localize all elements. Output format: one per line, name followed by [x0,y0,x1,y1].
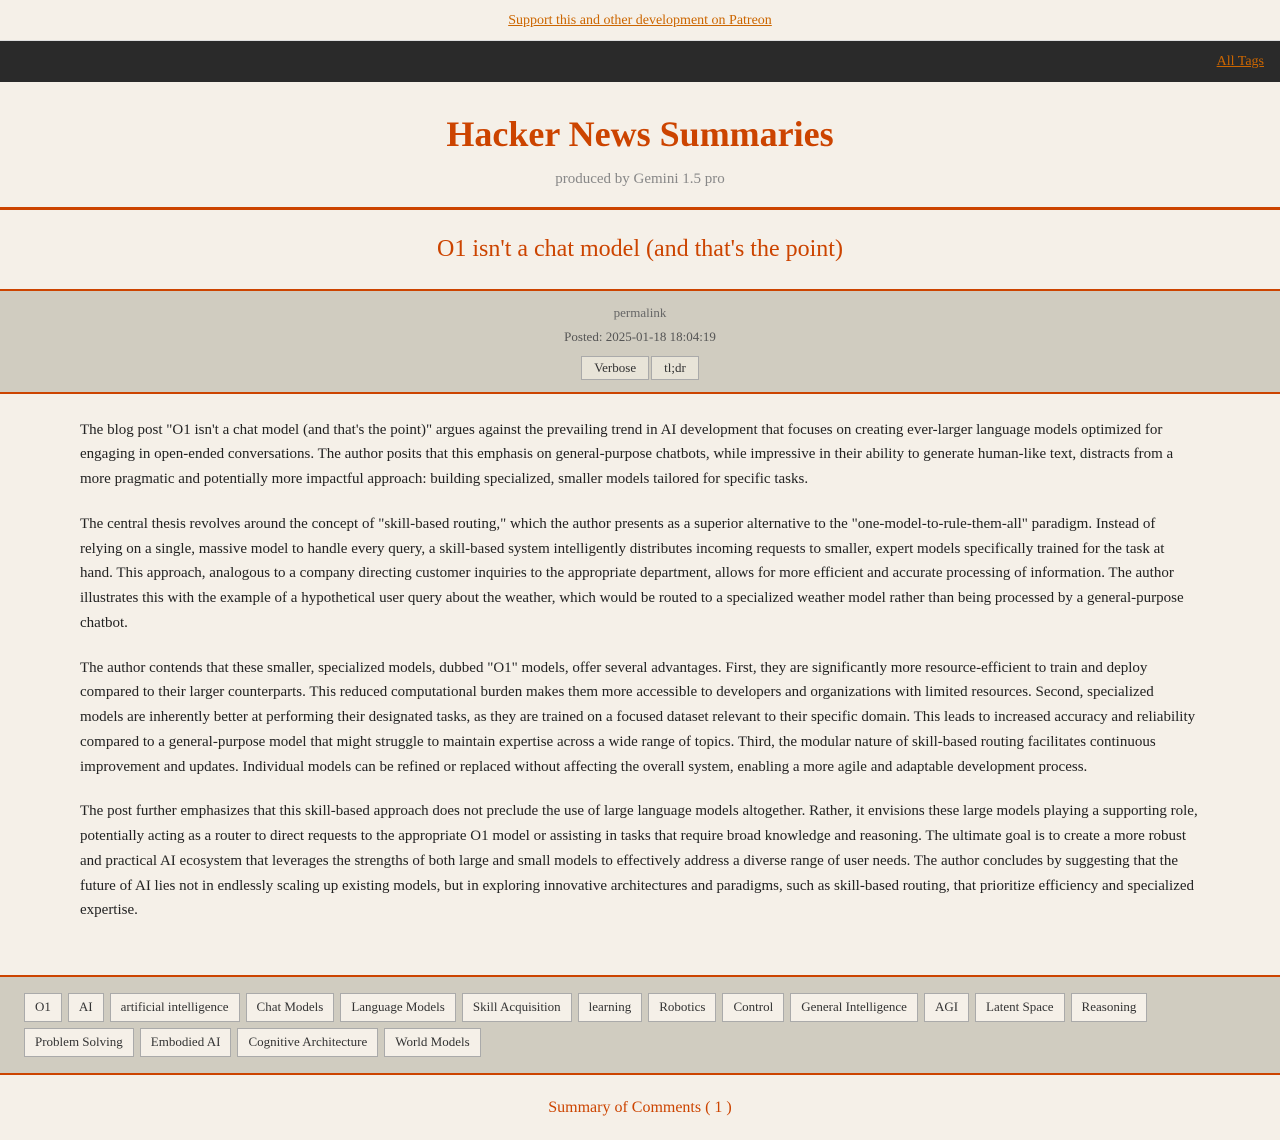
tag-item[interactable]: General Intelligence [790,993,918,1022]
tag-item[interactable]: Skill Acquisition [462,993,572,1022]
meta-bar: permalink Posted: 2025-01-18 18:04:19 Ve… [0,291,1280,394]
article-content: The blog post "O1 isn't a chat model (an… [50,394,1230,968]
tag-item[interactable]: Reasoning [1071,993,1148,1022]
tag-item[interactable]: AGI [924,993,969,1022]
tag-item[interactable]: Language Models [340,993,456,1022]
patreon-link[interactable]: Support this and other development on Pa… [508,13,772,28]
tag-item[interactable]: Latent Space [975,993,1065,1022]
tag-item[interactable]: Embodied AI [140,1028,232,1057]
tag-item[interactable]: artificial intelligence [110,993,240,1022]
site-subtitle: produced by Gemini 1.5 pro [16,167,1264,191]
paragraph-4: The post further emphasizes that this sk… [80,799,1200,923]
tag-item[interactable]: World Models [384,1028,480,1057]
paragraph-2: The central thesis revolves around the c… [80,512,1200,636]
tldr-button[interactable]: tl;dr [651,356,699,380]
summary-footer: Summary of Comments ( 1 ) [0,1073,1280,1140]
tag-item[interactable]: Problem Solving [24,1028,134,1057]
posted-date: Posted: 2025-01-18 18:04:19 [16,327,1264,348]
tag-item[interactable]: learning [578,993,643,1022]
tag-item[interactable]: Robotics [648,993,716,1022]
site-title: Hacker News Summaries [16,106,1264,164]
tags-container: O1AIartificial intelligenceChat ModelsLa… [24,993,1256,1057]
summary-comments-link[interactable]: Summary of Comments ( 1 ) [548,1099,732,1116]
tag-item[interactable]: Chat Models [246,993,335,1022]
tag-item[interactable]: Cognitive Architecture [237,1028,378,1057]
all-tags-link[interactable]: All Tags [1217,54,1264,69]
top-banner: Support this and other development on Pa… [0,0,1280,41]
all-tags-bar: All Tags [0,41,1280,81]
site-header: Hacker News Summaries produced by Gemini… [0,82,1280,211]
permalink-link[interactable]: permalink [614,305,667,320]
paragraph-1: The blog post "O1 isn't a chat model (an… [80,418,1200,492]
article-title-bar: O1 isn't a chat model (and that's the po… [0,210,1280,290]
tag-item[interactable]: AI [68,993,104,1022]
tag-item[interactable]: Control [722,993,784,1022]
paragraph-3: The author contends that these smaller, … [80,656,1200,780]
tag-item[interactable]: O1 [24,993,62,1022]
article-title: O1 isn't a chat model (and that's the po… [16,230,1264,268]
verbose-button[interactable]: Verbose [581,356,649,380]
view-mode-buttons: Verbose tl;dr [581,356,699,380]
